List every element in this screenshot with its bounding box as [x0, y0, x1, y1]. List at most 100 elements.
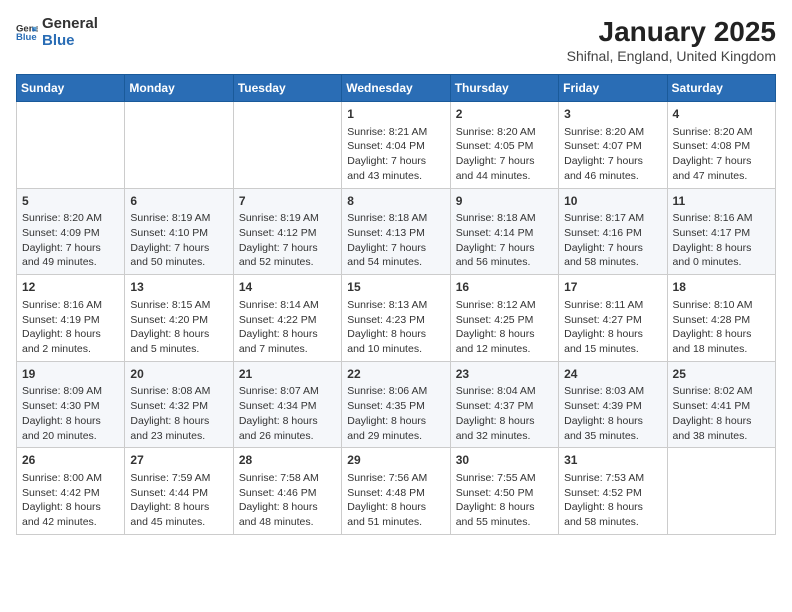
calendar-cell: 30 Sunrise: 7:55 AMSunset: 4:50 PMDayligh…	[450, 448, 558, 535]
day-number: 9	[456, 193, 553, 210]
calendar-cell: 3 Sunrise: 8:20 AMSunset: 4:07 PMDaylight…	[559, 102, 667, 189]
calendar-cell: 14Sunrise: 8:14 AMSunset: 4:22 PMDayligh…	[233, 275, 341, 362]
calendar-cell: 10Sunrise: 8:17 AMSunset: 4:16 PMDayligh…	[559, 188, 667, 275]
day-number: 2	[456, 106, 553, 123]
calendar-title: January 2025	[567, 16, 776, 48]
day-info: Sunrise: 8:10 AMSunset: 4:28 PMDaylight:…	[673, 298, 770, 357]
day-info: Sunrise: 8:07 AMSunset: 4:34 PMDaylight:…	[239, 384, 336, 443]
day-number: 3	[564, 106, 661, 123]
day-info: Sunrise: 8:00 AMSunset: 4:42 PMDaylight:…	[22, 471, 119, 530]
day-info: Sunrise: 7:55 AMSunset: 4:50 PMDaylight:…	[456, 471, 553, 530]
weekday-header-saturday: Saturday	[667, 75, 775, 102]
day-number: 20	[130, 366, 227, 383]
logo-icon: General Blue	[16, 21, 38, 43]
day-number: 10	[564, 193, 661, 210]
svg-text:Blue: Blue	[16, 32, 37, 43]
title-area: January 2025 Shifnal, England, United Ki…	[567, 16, 776, 64]
day-info: Sunrise: 8:20 AMSunset: 4:07 PMDaylight:…	[564, 125, 661, 184]
day-info: Sunrise: 8:19 AMSunset: 4:12 PMDaylight:…	[239, 211, 336, 270]
day-info: Sunrise: 7:56 AMSunset: 4:48 PMDaylight:…	[347, 471, 444, 530]
calendar-cell: 26 Sunrise: 8:00 AMSunset: 4:42 PMDayligh…	[17, 448, 125, 535]
day-number: 22	[347, 366, 444, 383]
day-number: 13	[130, 279, 227, 296]
calendar-cell: 8Sunrise: 8:18 AMSunset: 4:13 PMDaylight…	[342, 188, 450, 275]
logo-general-text: General	[42, 16, 98, 33]
day-number: 31	[564, 452, 661, 469]
day-info: Sunrise: 8:17 AMSunset: 4:16 PMDaylight:…	[564, 211, 661, 270]
weekday-header-wednesday: Wednesday	[342, 75, 450, 102]
day-info: Sunrise: 8:20 AMSunset: 4:05 PMDaylight:…	[456, 125, 553, 184]
calendar-cell	[125, 102, 233, 189]
day-number: 24	[564, 366, 661, 383]
day-number: 11	[673, 193, 770, 210]
calendar-cell: 1Sunrise: 8:21 AMSunset: 4:04 PMDaylight…	[342, 102, 450, 189]
calendar-cell	[233, 102, 341, 189]
day-info: Sunrise: 8:18 AMSunset: 4:14 PMDaylight:…	[456, 211, 553, 270]
day-info: Sunrise: 8:08 AMSunset: 4:32 PMDaylight:…	[130, 384, 227, 443]
calendar-cell: 19Sunrise: 8:09 AMSunset: 4:30 PMDayligh…	[17, 361, 125, 448]
day-info: Sunrise: 8:16 AMSunset: 4:19 PMDaylight:…	[22, 298, 119, 357]
day-info: Sunrise: 8:13 AMSunset: 4:23 PMDaylight:…	[347, 298, 444, 357]
calendar-cell: 22Sunrise: 8:06 AMSunset: 4:35 PMDayligh…	[342, 361, 450, 448]
day-number: 21	[239, 366, 336, 383]
calendar-table: SundayMondayTuesdayWednesdayThursdayFrid…	[16, 74, 776, 535]
weekday-header-sunday: Sunday	[17, 75, 125, 102]
week-row-5: 26 Sunrise: 8:00 AMSunset: 4:42 PMDayligh…	[17, 448, 776, 535]
weekday-header-friday: Friday	[559, 75, 667, 102]
day-number: 4	[673, 106, 770, 123]
day-info: Sunrise: 8:15 AMSunset: 4:20 PMDaylight:…	[130, 298, 227, 357]
calendar-cell: 7Sunrise: 8:19 AMSunset: 4:12 PMDaylight…	[233, 188, 341, 275]
day-info: Sunrise: 8:20 AMSunset: 4:09 PMDaylight:…	[22, 211, 119, 270]
page-header: General Blue General Blue January 2025 S…	[16, 16, 776, 64]
day-info: Sunrise: 8:21 AMSunset: 4:04 PMDaylight:…	[347, 125, 444, 184]
day-number: 29	[347, 452, 444, 469]
day-number: 15	[347, 279, 444, 296]
calendar-cell: 5Sunrise: 8:20 AMSunset: 4:09 PMDaylight…	[17, 188, 125, 275]
day-number: 25	[673, 366, 770, 383]
calendar-cell: 31Sunrise: 7:53 AMSunset: 4:52 PMDayligh…	[559, 448, 667, 535]
weekday-header-tuesday: Tuesday	[233, 75, 341, 102]
day-number: 30	[456, 452, 553, 469]
day-number: 14	[239, 279, 336, 296]
day-number: 6	[130, 193, 227, 210]
logo-blue-text: Blue	[42, 33, 98, 50]
day-info: Sunrise: 8:02 AMSunset: 4:41 PMDaylight:…	[673, 384, 770, 443]
calendar-cell: 27Sunrise: 7:59 AMSunset: 4:44 PMDayligh…	[125, 448, 233, 535]
calendar-cell: 15 Sunrise: 8:13 AMSunset: 4:23 PMDayligh…	[342, 275, 450, 362]
calendar-cell: 9Sunrise: 8:18 AMSunset: 4:14 PMDaylight…	[450, 188, 558, 275]
calendar-cell	[17, 102, 125, 189]
calendar-cell: 12 Sunrise: 8:16 AMSunset: 4:19 PMDayligh…	[17, 275, 125, 362]
calendar-subtitle: Shifnal, England, United Kingdom	[567, 48, 776, 64]
logo: General Blue General Blue	[16, 16, 98, 49]
day-number: 12	[22, 279, 119, 296]
weekday-header-row: SundayMondayTuesdayWednesdayThursdayFrid…	[17, 75, 776, 102]
week-row-4: 19Sunrise: 8:09 AMSunset: 4:30 PMDayligh…	[17, 361, 776, 448]
week-row-2: 5Sunrise: 8:20 AMSunset: 4:09 PMDaylight…	[17, 188, 776, 275]
calendar-cell: 6Sunrise: 8:19 AMSunset: 4:10 PMDaylight…	[125, 188, 233, 275]
day-number: 18	[673, 279, 770, 296]
weekday-header-thursday: Thursday	[450, 75, 558, 102]
calendar-cell: 16Sunrise: 8:12 AMSunset: 4:25 PMDayligh…	[450, 275, 558, 362]
weekday-header-monday: Monday	[125, 75, 233, 102]
day-info: Sunrise: 8:19 AMSunset: 4:10 PMDaylight:…	[130, 211, 227, 270]
day-number: 8	[347, 193, 444, 210]
day-number: 5	[22, 193, 119, 210]
calendar-cell: 21Sunrise: 8:07 AMSunset: 4:34 PMDayligh…	[233, 361, 341, 448]
day-info: Sunrise: 8:09 AMSunset: 4:30 PMDaylight:…	[22, 384, 119, 443]
calendar-cell	[667, 448, 775, 535]
calendar-cell: 13 Sunrise: 8:15 AMSunset: 4:20 PMDayligh…	[125, 275, 233, 362]
week-row-1: 1Sunrise: 8:21 AMSunset: 4:04 PMDaylight…	[17, 102, 776, 189]
day-number: 26	[22, 452, 119, 469]
day-info: Sunrise: 8:03 AMSunset: 4:39 PMDaylight:…	[564, 384, 661, 443]
week-row-3: 12 Sunrise: 8:16 AMSunset: 4:19 PMDayligh…	[17, 275, 776, 362]
day-info: Sunrise: 8:20 AMSunset: 4:08 PMDaylight:…	[673, 125, 770, 184]
day-info: Sunrise: 8:04 AMSunset: 4:37 PMDaylight:…	[456, 384, 553, 443]
day-number: 7	[239, 193, 336, 210]
calendar-cell: 11Sunrise: 8:16 AMSunset: 4:17 PMDayligh…	[667, 188, 775, 275]
calendar-cell: 20Sunrise: 8:08 AMSunset: 4:32 PMDayligh…	[125, 361, 233, 448]
calendar-cell: 29 Sunrise: 7:56 AMSunset: 4:48 PMDayligh…	[342, 448, 450, 535]
day-info: Sunrise: 8:18 AMSunset: 4:13 PMDaylight:…	[347, 211, 444, 270]
day-number: 27	[130, 452, 227, 469]
day-info: Sunrise: 8:11 AMSunset: 4:27 PMDaylight:…	[564, 298, 661, 357]
day-number: 16	[456, 279, 553, 296]
